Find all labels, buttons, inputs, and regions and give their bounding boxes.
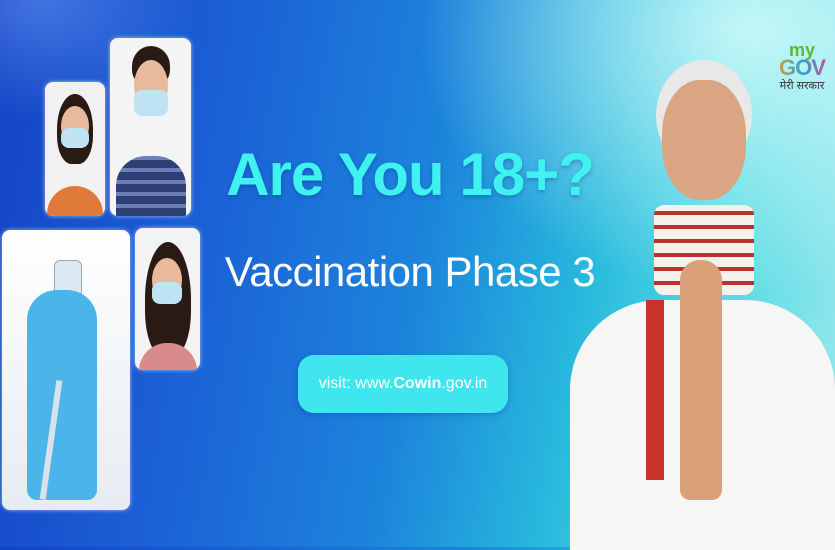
cta-suffix: .gov.in <box>441 375 488 392</box>
subheadline: Vaccination Phase 3 <box>224 248 596 295</box>
photo-boy-masked <box>110 38 191 216</box>
photo-girl-masked-2 <box>135 228 200 370</box>
cowin-visit-button[interactable]: visit: www. Cowin .gov.in <box>298 355 508 413</box>
cta-prefix: visit: www. <box>318 375 394 392</box>
photo-vaccine-vial <box>2 230 130 510</box>
headline: Are You 18+? <box>226 141 595 208</box>
folded-hands <box>680 260 722 500</box>
photo-girl-masked <box>45 82 105 216</box>
cta-brand: Cowin <box>393 375 442 392</box>
gloved-hand <box>27 290 97 500</box>
person-namaste-illustration <box>570 60 835 550</box>
